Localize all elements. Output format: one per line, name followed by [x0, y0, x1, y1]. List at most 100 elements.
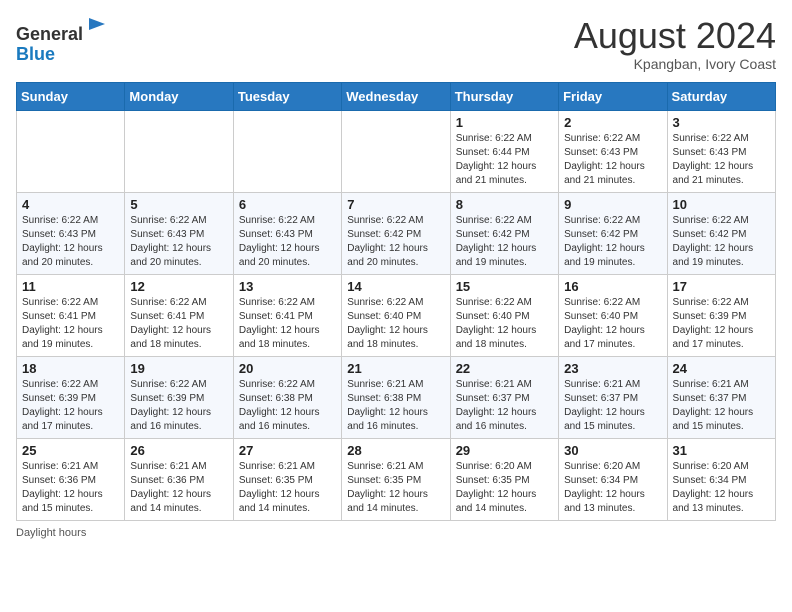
calendar-cell: 6 Sunrise: 6:22 AM Sunset: 6:43 PM Daylig… [233, 192, 341, 274]
day-number: 15 [456, 279, 553, 294]
day-detail: Sunrise: 6:22 AM Sunset: 6:38 PM Dayligh… [239, 378, 336, 434]
day-detail: Sunrise: 6:21 AM Sunset: 6:35 PM Dayligh… [347, 460, 444, 516]
day-number: 23 [564, 361, 661, 376]
calendar-cell: 10 Sunrise: 6:22 AM Sunset: 6:42 PM Dayli… [667, 192, 775, 274]
calendar-cell [17, 110, 125, 192]
day-number: 24 [673, 361, 770, 376]
day-detail: Sunrise: 6:22 AM Sunset: 6:43 PM Dayligh… [22, 214, 119, 270]
day-detail: Sunrise: 6:20 AM Sunset: 6:35 PM Dayligh… [456, 460, 553, 516]
day-number: 30 [564, 443, 661, 458]
day-number: 4 [22, 197, 119, 212]
day-number: 29 [456, 443, 553, 458]
day-number: 17 [673, 279, 770, 294]
day-number: 31 [673, 443, 770, 458]
location-subtitle: Kpangban, Ivory Coast [574, 56, 776, 72]
calendar-cell: 27 Sunrise: 6:21 AM Sunset: 6:35 PM Dayli… [233, 438, 341, 520]
calendar-cell: 20Sunrise: 6:22 AM Sunset: 6:38 PM Dayli… [233, 356, 341, 438]
day-detail: Sunrise: 6:20 AM Sunset: 6:34 PM Dayligh… [673, 460, 770, 516]
day-detail: Sunrise: 6:22 AM Sunset: 6:43 PM Dayligh… [239, 214, 336, 270]
day-detail: Sunrise: 6:22 AM Sunset: 6:39 PM Dayligh… [673, 296, 770, 352]
day-number: 21 [347, 361, 444, 376]
day-detail: Sunrise: 6:22 AM Sunset: 6:42 PM Dayligh… [673, 214, 770, 270]
day-number: 11 [22, 279, 119, 294]
day-detail: Sunrise: 6:20 AM Sunset: 6:34 PM Dayligh… [564, 460, 661, 516]
calendar-cell: 7Sunrise: 6:22 AM Sunset: 6:42 PM Daylig… [342, 192, 450, 274]
calendar-cell: 8Sunrise: 6:22 AM Sunset: 6:42 PM Daylig… [450, 192, 558, 274]
calendar-cell: 25Sunrise: 6:21 AM Sunset: 6:36 PM Dayli… [17, 438, 125, 520]
day-detail: Sunrise: 6:21 AM Sunset: 6:36 PM Dayligh… [130, 460, 227, 516]
title-block: August 2024 Kpangban, Ivory Coast [574, 16, 776, 72]
calendar-week-row: 18Sunrise: 6:22 AM Sunset: 6:39 PM Dayli… [17, 356, 776, 438]
day-detail: Sunrise: 6:21 AM Sunset: 6:37 PM Dayligh… [564, 378, 661, 434]
day-number: 7 [347, 197, 444, 212]
calendar-cell: 29 Sunrise: 6:20 AM Sunset: 6:35 PM Dayli… [450, 438, 558, 520]
page-header: General Blue August 2024 Kpangban, Ivory… [16, 16, 776, 72]
calendar-cell: 23 Sunrise: 6:21 AM Sunset: 6:37 PM Dayli… [559, 356, 667, 438]
day-number: 10 [673, 197, 770, 212]
day-detail: Sunrise: 6:22 AM Sunset: 6:40 PM Dayligh… [347, 296, 444, 352]
calendar-cell: 3 Sunrise: 6:22 AM Sunset: 6:43 PM Daylig… [667, 110, 775, 192]
day-number: 28 [347, 443, 444, 458]
day-number: 16 [564, 279, 661, 294]
calendar-cell: 21 Sunrise: 6:21 AM Sunset: 6:38 PM Dayli… [342, 356, 450, 438]
day-number: 22 [456, 361, 553, 376]
day-detail: Sunrise: 6:22 AM Sunset: 6:41 PM Dayligh… [239, 296, 336, 352]
calendar-cell: 5 Sunrise: 6:22 AM Sunset: 6:43 PM Daylig… [125, 192, 233, 274]
calendar-cell: 15 Sunrise: 6:22 AM Sunset: 6:40 PM Dayli… [450, 274, 558, 356]
calendar-cell: 30 Sunrise: 6:20 AM Sunset: 6:34 PM Dayli… [559, 438, 667, 520]
day-number: 1 [456, 115, 553, 130]
day-detail: Sunrise: 6:21 AM Sunset: 6:37 PM Dayligh… [673, 378, 770, 434]
calendar-cell: 19Sunrise: 6:22 AM Sunset: 6:39 PM Dayli… [125, 356, 233, 438]
daylight-hours-label: Daylight hours [16, 527, 86, 539]
calendar-cell: 14 Sunrise: 6:22 AM Sunset: 6:40 PM Dayli… [342, 274, 450, 356]
logo: General Blue [16, 16, 109, 65]
day-detail: Sunrise: 6:22 AM Sunset: 6:41 PM Dayligh… [22, 296, 119, 352]
logo-blue-text: Blue [16, 44, 55, 64]
day-detail: Sunrise: 6:22 AM Sunset: 6:44 PM Dayligh… [456, 132, 553, 188]
day-number: 12 [130, 279, 227, 294]
day-detail: Sunrise: 6:22 AM Sunset: 6:41 PM Dayligh… [130, 296, 227, 352]
month-year-title: August 2024 [574, 16, 776, 56]
day-number: 6 [239, 197, 336, 212]
day-number: 26 [130, 443, 227, 458]
day-detail: Sunrise: 6:22 AM Sunset: 6:43 PM Dayligh… [564, 132, 661, 188]
day-detail: Sunrise: 6:21 AM Sunset: 6:35 PM Dayligh… [239, 460, 336, 516]
day-number: 8 [456, 197, 553, 212]
calendar-cell: 2 Sunrise: 6:22 AM Sunset: 6:43 PM Daylig… [559, 110, 667, 192]
day-number: 9 [564, 197, 661, 212]
day-number: 3 [673, 115, 770, 130]
calendar-cell: 28 Sunrise: 6:21 AM Sunset: 6:35 PM Dayli… [342, 438, 450, 520]
calendar-cell [233, 110, 341, 192]
calendar-cell: 18Sunrise: 6:22 AM Sunset: 6:39 PM Dayli… [17, 356, 125, 438]
day-number: 2 [564, 115, 661, 130]
day-number: 18 [22, 361, 119, 376]
day-detail: Sunrise: 6:21 AM Sunset: 6:37 PM Dayligh… [456, 378, 553, 434]
calendar-table: SundayMondayTuesdayWednesdayThursdayFrid… [16, 82, 776, 521]
day-detail: Sunrise: 6:21 AM Sunset: 6:38 PM Dayligh… [347, 378, 444, 434]
day-detail: Sunrise: 6:22 AM Sunset: 6:43 PM Dayligh… [673, 132, 770, 188]
legend: Daylight hours [16, 527, 776, 539]
day-number: 14 [347, 279, 444, 294]
day-number: 19 [130, 361, 227, 376]
day-detail: Sunrise: 6:22 AM Sunset: 6:40 PM Dayligh… [456, 296, 553, 352]
calendar-cell: 13Sunrise: 6:22 AM Sunset: 6:41 PM Dayli… [233, 274, 341, 356]
calendar-cell: 31 Sunrise: 6:20 AM Sunset: 6:34 PM Dayli… [667, 438, 775, 520]
calendar-week-row: 4 Sunrise: 6:22 AM Sunset: 6:43 PM Daylig… [17, 192, 776, 274]
calendar-day-header: Wednesday [342, 82, 450, 110]
logo-flag-icon [85, 16, 109, 40]
calendar-cell: 11 Sunrise: 6:22 AM Sunset: 6:41 PM Dayli… [17, 274, 125, 356]
calendar-day-header: Friday [559, 82, 667, 110]
day-number: 5 [130, 197, 227, 212]
calendar-header-row: SundayMondayTuesdayWednesdayThursdayFrid… [17, 82, 776, 110]
calendar-day-header: Monday [125, 82, 233, 110]
day-number: 25 [22, 443, 119, 458]
day-detail: Sunrise: 6:22 AM Sunset: 6:43 PM Dayligh… [130, 214, 227, 270]
calendar-day-header: Tuesday [233, 82, 341, 110]
day-number: 27 [239, 443, 336, 458]
logo-general-text: General [16, 24, 83, 44]
calendar-cell: 17 Sunrise: 6:22 AM Sunset: 6:39 PM Dayli… [667, 274, 775, 356]
calendar-week-row: 11 Sunrise: 6:22 AM Sunset: 6:41 PM Dayli… [17, 274, 776, 356]
calendar-cell: 4 Sunrise: 6:22 AM Sunset: 6:43 PM Daylig… [17, 192, 125, 274]
calendar-cell: 24 Sunrise: 6:21 AM Sunset: 6:37 PM Dayli… [667, 356, 775, 438]
calendar-cell: 1 Sunrise: 6:22 AM Sunset: 6:44 PM Daylig… [450, 110, 558, 192]
